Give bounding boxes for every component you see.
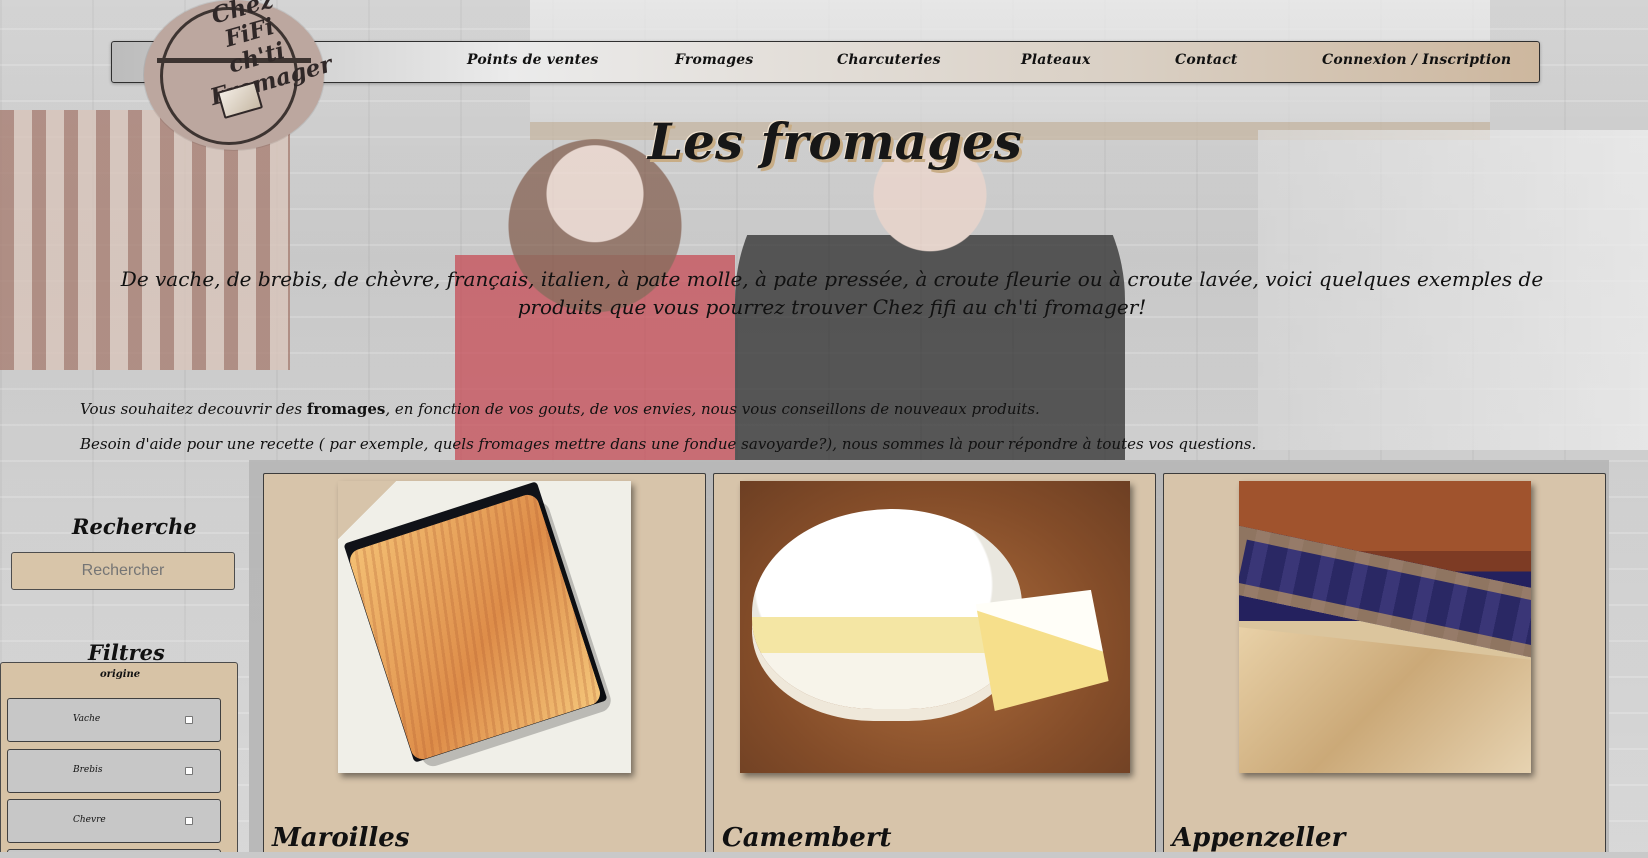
product-card-appenzeller[interactable]: Appenzeller <box>1163 473 1606 858</box>
filter-label: Brebis <box>73 765 103 775</box>
product-name: Appenzeller <box>1172 823 1346 853</box>
checkbox[interactable] <box>185 767 193 775</box>
filter-group-title: origine <box>100 669 141 680</box>
bottom-edge <box>0 852 1648 858</box>
shop-logo[interactable]: Chez FiFi ch'ti Fromager <box>144 0 335 150</box>
product-name: Camembert <box>722 823 892 853</box>
search-heading: Recherche <box>72 514 197 540</box>
camembert-image[interactable] <box>740 481 1130 773</box>
product-card-maroilles[interactable]: Maroilles <box>263 473 706 858</box>
page-title: Les fromages <box>648 111 1022 171</box>
nav-connexion-inscription[interactable]: Connexion / Inscription <box>1322 52 1511 68</box>
filter-option-vache[interactable]: Vache <box>7 698 221 742</box>
nav-plateaux[interactable]: Plateaux <box>1021 52 1091 68</box>
nav-charcuteries[interactable]: Charcuteries <box>837 52 941 68</box>
cheese-shop-page: Chez FiFi ch'ti Fromager Points de vente… <box>0 0 1648 858</box>
origin-filter-group: origine Vache Brebis Chevre <box>0 662 238 858</box>
checkbox[interactable] <box>185 716 193 724</box>
product-card-camembert[interactable]: Camembert <box>713 473 1156 858</box>
discovery-note-emphasis: fromages <box>306 400 386 418</box>
filter-option-brebis[interactable]: Brebis <box>7 749 221 793</box>
intro-text: De vache, de brebis, de chèvre, français… <box>120 267 1544 319</box>
filter-label: Vache <box>73 714 101 724</box>
nav-fromages[interactable]: Fromages <box>675 52 753 68</box>
search-input[interactable] <box>11 552 235 590</box>
filter-option-chevre[interactable]: Chevre <box>7 799 221 843</box>
nav-contact[interactable]: Contact <box>1175 52 1238 68</box>
discovery-note: Vous souhaitez decouvrir des fromages, e… <box>80 399 1040 419</box>
discovery-note-suffix: , en fonction de vos gouts, de vos envie… <box>385 400 1040 418</box>
filter-label: Chevre <box>73 815 106 825</box>
recipe-help-note: Besoin d'aide pour une recette ( par exe… <box>80 435 1257 453</box>
checkbox[interactable] <box>185 817 193 825</box>
nav-points-de-vente[interactable]: Points de ventes <box>467 52 598 68</box>
appenzeller-image[interactable] <box>1239 481 1531 773</box>
discovery-note-prefix: Vous souhaitez decouvrir des <box>80 400 307 418</box>
maroilles-image[interactable] <box>338 481 631 773</box>
product-name: Maroilles <box>272 823 410 853</box>
